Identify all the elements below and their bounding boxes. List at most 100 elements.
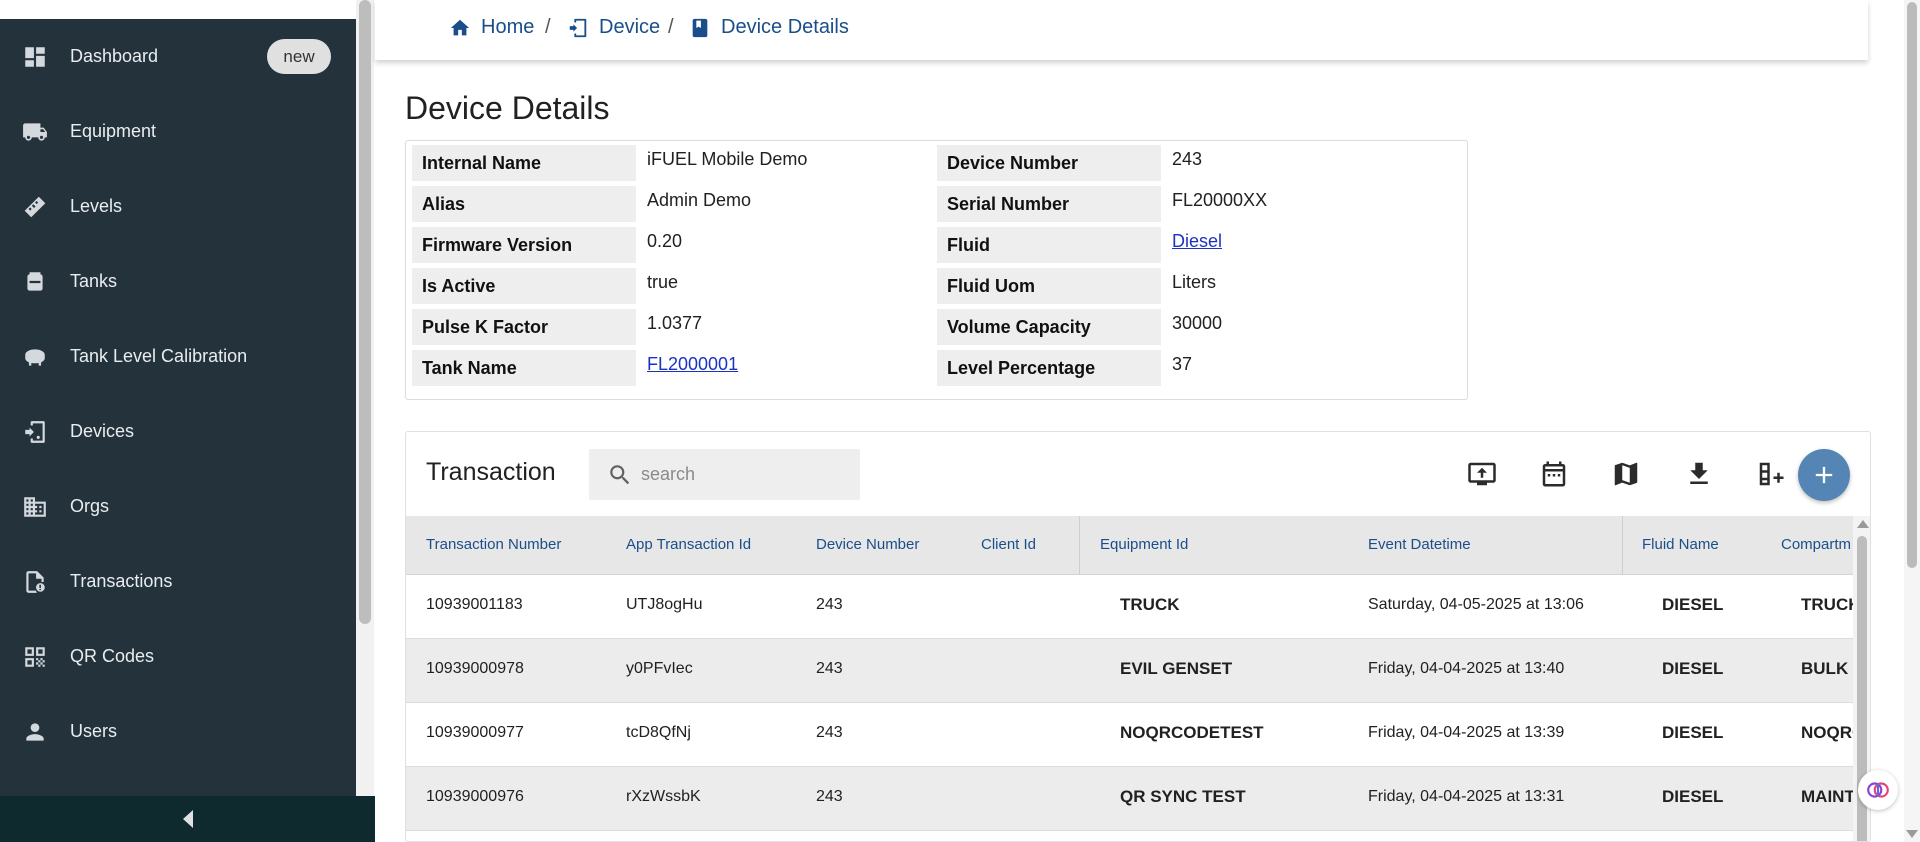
sidebar-item-label: Dashboard (70, 46, 159, 66)
cell-app-transaction-id: y0PFvIec (626, 660, 693, 677)
search-icon (610, 465, 630, 485)
detail-label: Fluid (937, 227, 1161, 263)
detail-value: Liters (1172, 272, 1217, 292)
breadcrumb-label: Device (599, 16, 661, 38)
scroll-up-icon[interactable] (1857, 520, 1869, 528)
sidebar-item-orgs[interactable]: Orgs (0, 469, 356, 544)
column-header-compartment[interactable]: Compartm (1781, 536, 1851, 553)
download-icon (1690, 462, 1708, 484)
breadcrumb-device-details[interactable]: Device Details (689, 16, 849, 39)
search-input[interactable] (641, 459, 841, 489)
device-icon (22, 419, 48, 445)
sidebar-top-strip (0, 0, 356, 19)
calibration-icon (22, 344, 48, 370)
cell-equipment-id: EVIL GENSET (1120, 659, 1233, 678)
search-box[interactable] (589, 449, 860, 500)
detail-label: Device Number (937, 145, 1161, 181)
detail-value: FL20000XX (1172, 190, 1268, 210)
assistant-widget[interactable] (1858, 770, 1898, 810)
sidebar-scrollbar-thumb[interactable] (359, 0, 371, 624)
page-scrollbar-thumb[interactable] (1907, 2, 1917, 568)
table-header: Transaction Number App Transaction Id De… (406, 516, 1870, 575)
home-icon (450, 19, 470, 35)
detail-label: Serial Number (937, 186, 1161, 222)
cell-device-number: 243 (816, 596, 843, 613)
cell-equipment-id: TRUCK (1120, 595, 1180, 614)
column-header-fluid-name[interactable]: Fluid Name (1642, 536, 1719, 553)
calendar-button[interactable] (1534, 454, 1574, 494)
sidebar-item-tanks[interactable]: Tanks (0, 244, 356, 319)
sidebar-item-label: Devices (70, 421, 135, 441)
breadcrumb-separator: / (545, 16, 551, 38)
upload-button[interactable] (1462, 454, 1502, 494)
sidebar-item-transactions[interactable]: Transactions (0, 544, 356, 619)
column-header-transaction-number[interactable]: Transaction Number (426, 536, 561, 553)
column-header-equipment-id[interactable]: Equipment Id (1100, 536, 1188, 553)
cell-app-transaction-id: tcD8QfNj (626, 724, 691, 741)
breadcrumb-home[interactable]: Home (449, 16, 534, 39)
cell-fluid-name: DIESEL (1662, 787, 1724, 806)
sidebar-item-equipment[interactable]: Equipment (0, 94, 356, 169)
fluid-link[interactable]: Diesel (1172, 231, 1222, 252)
sidebar-item-tank-level-calibration[interactable]: Tank Level Calibration (0, 319, 356, 394)
cell-compartment: BULK (1801, 659, 1849, 678)
upload-icon (1468, 462, 1496, 486)
sidebar-item-label: Tanks (70, 271, 118, 291)
column-header-event-datetime[interactable]: Event Datetime (1368, 536, 1471, 553)
sidebar-item-label: Users (70, 721, 118, 741)
map-button[interactable] (1606, 454, 1646, 494)
sidebar-item-levels[interactable]: Levels (0, 169, 356, 244)
cell-compartment: MAINT (1801, 787, 1855, 806)
table-row[interactable]: 10939000976 rXzWssbK 243 QR SYNC TEST Fr… (406, 767, 1870, 831)
sidebar-item-devices[interactable]: Devices (0, 394, 356, 469)
breadcrumb: Home / Device / Device Details (375, 0, 1868, 60)
building-icon (22, 494, 48, 520)
sidebar-item-users[interactable]: Users (0, 694, 356, 769)
sidebar-collapse-button[interactable] (0, 796, 375, 842)
cell-equipment-id: NOQRCODETEST (1120, 723, 1264, 742)
map-icon (1614, 462, 1638, 486)
sidebar: Dashboard new Equipment Levels Tanks Tan… (0, 0, 356, 842)
cell-transaction-number: 10939000977 (426, 724, 524, 741)
detail-value: 1.0377 (647, 313, 703, 333)
page-scrollbar[interactable] (1904, 0, 1920, 842)
add-transaction-button[interactable] (1798, 449, 1850, 501)
table-row[interactable]: 10939001183 UTJ8ogHu 243 TRUCK Saturday,… (406, 575, 1870, 639)
brain-icon (1867, 782, 1889, 798)
breadcrumb-device[interactable]: Device (567, 16, 660, 39)
download-button[interactable] (1679, 454, 1719, 494)
sidebar-item-label: Levels (70, 196, 123, 216)
detail-label: Firmware Version (412, 227, 636, 263)
tank-name-link[interactable]: FL2000001 (647, 354, 738, 375)
cell-fluid-name: DIESEL (1662, 595, 1724, 614)
device-icon (569, 18, 587, 37)
table-row[interactable]: 10939000977 tcD8QfNj 243 NOQRCODETEST Fr… (406, 703, 1870, 767)
chevron-left-icon (182, 810, 193, 828)
calendar-icon (1542, 461, 1566, 487)
detail-label: Tank Name (412, 350, 636, 386)
sidebar-item-qr-codes[interactable]: QR Codes (0, 619, 356, 694)
column-divider (1622, 516, 1623, 575)
cell-device-number: 243 (816, 788, 843, 805)
table-row[interactable]: 10939000978 y0PFvIec 243 EVIL GENSET Fri… (406, 639, 1870, 703)
detail-value: 0.20 (647, 231, 683, 251)
cell-app-transaction-id: rXzWssbK (626, 788, 701, 805)
sidebar-item-label: Tank Level Calibration (70, 346, 248, 366)
cell-app-transaction-id: UTJ8ogHu (626, 596, 703, 613)
scroll-down-icon[interactable] (1906, 830, 1918, 838)
add-column-button[interactable] (1751, 454, 1791, 494)
column-header-client-id[interactable]: Client Id (981, 536, 1036, 553)
cell-device-number: 243 (816, 660, 843, 677)
detail-label: Pulse K Factor (412, 309, 636, 345)
truck-icon (22, 119, 48, 145)
detail-value: 30000 (1172, 313, 1223, 333)
add-column-icon (1759, 462, 1784, 486)
device-details-panel: Internal Name iFUEL Mobile Demo Alias Ad… (405, 140, 1468, 400)
page-title: Device Details (405, 90, 610, 126)
cell-device-number: 243 (816, 724, 843, 741)
transaction-card: Transaction Transaction Number App Trans… (405, 431, 1871, 842)
column-header-app-transaction-id[interactable]: App Transaction Id (626, 536, 751, 553)
sidebar-item-dashboard[interactable]: Dashboard new (0, 19, 356, 94)
column-header-device-number[interactable]: Device Number (816, 536, 919, 553)
tank-icon (22, 269, 48, 295)
